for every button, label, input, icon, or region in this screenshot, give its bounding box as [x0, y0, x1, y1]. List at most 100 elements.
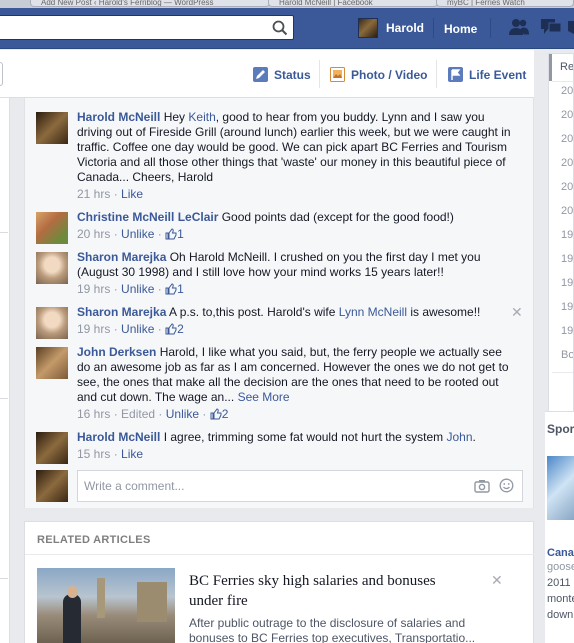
life-event-button[interactable]: Life Event — [448, 67, 526, 82]
photo-video-button[interactable]: Photo / Video — [330, 67, 427, 82]
timeline-year[interactable]: 195 — [561, 301, 573, 313]
timeline-year[interactable]: 201 — [561, 109, 573, 121]
person-shape — [63, 594, 81, 643]
status-label: Status — [274, 67, 311, 82]
mention-link[interactable]: John — [447, 430, 473, 444]
ad-url[interactable]: goose — [547, 561, 574, 573]
timeline-year[interactable]: Bo — [561, 349, 573, 361]
likes-count[interactable]: 2 — [210, 407, 228, 421]
timeline-recent[interactable]: Re — [549, 54, 573, 81]
article-image[interactable] — [37, 568, 175, 643]
divider — [490, 18, 491, 38]
friend-requests-icon[interactable] — [508, 18, 530, 36]
article-headline[interactable]: BC Ferries sky high salaries and bonuses… — [189, 571, 469, 611]
avatar[interactable] — [36, 347, 68, 379]
timeline-year[interactable]: 199 — [561, 229, 573, 241]
timeline-year[interactable]: 201 — [561, 133, 573, 145]
home-link[interactable]: Home — [444, 22, 477, 36]
likes-count[interactable]: 1 — [165, 282, 184, 296]
building-shape — [137, 582, 167, 622]
comment-time[interactable]: 19 hrs — [77, 322, 110, 336]
comment-body: Christine McNeill LeClair Good points da… — [77, 210, 517, 242]
timeline-year[interactable]: 201 — [561, 85, 573, 97]
comment-text: is awesome!! — [407, 305, 481, 319]
comment-time[interactable]: 21 hrs — [77, 187, 110, 201]
mention-link[interactable]: Keith — [188, 110, 215, 124]
likes-number: 1 — [177, 282, 184, 296]
unlike-button[interactable]: Unlike — [121, 227, 154, 241]
notifications-icon[interactable] — [566, 18, 574, 36]
likes-count[interactable]: 2 — [165, 322, 184, 336]
avatar[interactable] — [36, 252, 68, 284]
avatar[interactable] — [36, 212, 68, 244]
comment-text: Good points dad (except for the good foo… — [221, 210, 454, 224]
browser-tab[interactable]: Harold McNeill | Facebook — [268, 0, 438, 7]
emoji-icon[interactable] — [499, 478, 514, 493]
comment-text: . — [472, 430, 476, 444]
like-button[interactable]: Like — [121, 187, 143, 201]
comment-time[interactable]: 16 hrs — [77, 407, 110, 421]
comment-author[interactable]: Harold McNeill — [77, 430, 160, 444]
comment-author[interactable]: Harold McNeill — [77, 110, 160, 124]
comment-item: Harold McNeill Hey Keith, good to hear f… — [36, 110, 516, 202]
browser-tab[interactable]: Add New Post ‹ Harold's Ferriblog — Word… — [30, 0, 270, 7]
browser-tab[interactable]: myBC | Ferries Watch — [436, 0, 574, 7]
timeline-year[interactable]: 200 — [561, 205, 573, 217]
comment-body: Sharon Marejka Oh Harold McNeill. I crus… — [77, 250, 517, 297]
likes-count[interactable]: 1 — [165, 227, 184, 241]
ad-text: monte — [547, 593, 574, 605]
likes-number: 1 — [177, 227, 184, 241]
ad-text: down — [547, 609, 574, 621]
comment-author[interactable]: Sharon Marejka — [77, 250, 166, 264]
ad-image[interactable] — [547, 456, 574, 520]
profile-link[interactable]: Harold — [358, 17, 424, 39]
comment-author[interactable]: Sharon Marejka — [77, 305, 166, 319]
status-button[interactable]: Status — [253, 67, 311, 82]
like-button[interactable]: Like — [121, 447, 143, 461]
timeline-year[interactable]: 201 — [561, 157, 573, 169]
profile-name: Harold — [386, 21, 425, 35]
comment-author[interactable]: John Derksen — [77, 345, 156, 359]
comment-input[interactable]: Write a comment... — [77, 470, 523, 502]
comment-time[interactable]: 15 hrs — [77, 447, 110, 461]
mention-link[interactable]: Lynn McNeill — [339, 305, 407, 319]
timeline-year[interactable]: 196 — [561, 277, 573, 289]
camera-icon[interactable] — [474, 479, 490, 493]
comment-body: Harold McNeill I agree, trimming some fa… — [77, 430, 517, 462]
person-head-shape — [67, 586, 78, 598]
see-more-link[interactable]: See More — [238, 390, 290, 404]
unlike-button[interactable]: Unlike — [121, 322, 154, 336]
divider — [319, 60, 320, 88]
timeline-year[interactable]: 194 — [561, 325, 573, 337]
avatar — [36, 470, 68, 502]
thumbs-up-icon — [165, 283, 177, 295]
unlike-button[interactable]: Unlike — [166, 407, 199, 421]
composer-input-edge[interactable] — [0, 62, 3, 86]
ad-title[interactable]: Cana — [547, 547, 574, 559]
comment-author[interactable]: Christine McNeill LeClair — [77, 210, 218, 224]
thumbs-up-icon — [165, 323, 177, 335]
avatar[interactable] — [36, 112, 68, 144]
photo-icon — [330, 67, 345, 82]
search-icon[interactable] — [271, 19, 289, 37]
comment-meta: 16 hrs · Edited · Unlike · 2 — [77, 407, 229, 421]
comment-item: Christine McNeill LeClair Good points da… — [36, 210, 516, 246]
comment-meta: 15 hrs · Like — [77, 447, 144, 461]
avatar[interactable] — [36, 307, 68, 339]
thumbs-up-icon — [165, 228, 177, 240]
divider — [0, 398, 8, 399]
edited-label[interactable]: Edited — [121, 407, 155, 421]
unlike-button[interactable]: Unlike — [121, 282, 154, 296]
article-summary: After public outrage to the disclosure o… — [189, 616, 476, 643]
photo-video-label: Photo / Video — [351, 67, 428, 82]
comment-time[interactable]: 19 hrs — [77, 282, 110, 296]
comment-time[interactable]: 20 hrs — [77, 227, 110, 241]
timeline-year[interactable]: 197 — [561, 253, 573, 265]
timeline-year[interactable]: 201 — [561, 181, 573, 193]
close-icon[interactable]: ✕ — [511, 304, 523, 321]
close-icon[interactable]: ✕ — [491, 572, 503, 589]
search-input[interactable] — [0, 15, 294, 40]
likes-number: 2 — [177, 322, 184, 336]
avatar[interactable] — [36, 432, 68, 464]
messages-icon[interactable] — [540, 18, 562, 36]
